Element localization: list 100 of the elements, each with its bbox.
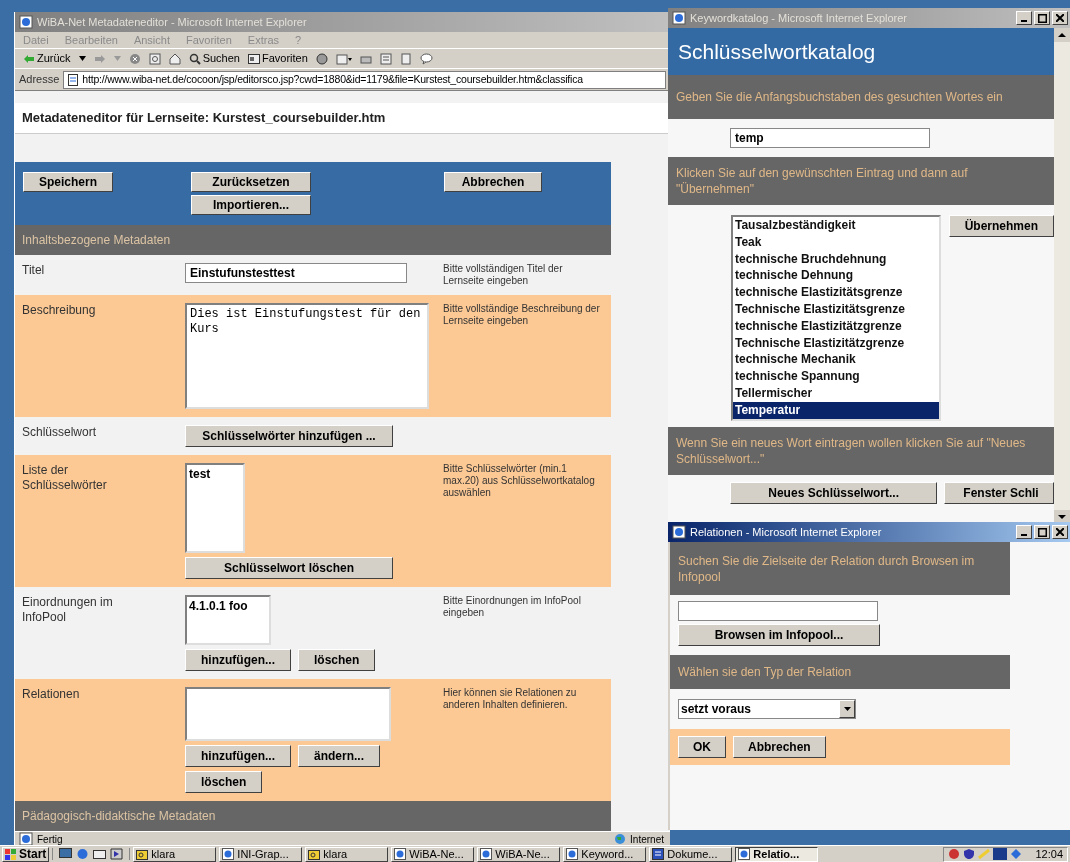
form-button[interactable]: Fenster Schli: [944, 482, 1054, 504]
text-area[interactable]: Dies ist Einstufungstest für den Kurs: [185, 303, 429, 409]
field-label: Relationen: [22, 687, 81, 702]
list-box[interactable]: [185, 687, 391, 741]
instruction-text: Wenn Sie ein neues Wort eintragen wollen klicken Sie auf "Neues Schlüsselwort...": [676, 435, 1026, 467]
clock: 12:04: [1034, 846, 1063, 862]
window-title: Relationen - Microsoft Internet Explorer: [690, 524, 883, 540]
toolbar-button[interactable]: Zurück: [23, 50, 71, 67]
form-button[interactable]: Zurücksetzen: [191, 171, 311, 192]
scroll-up-icon: [1054, 28, 1070, 42]
form-button[interactable]: hinzufügen...: [185, 745, 291, 767]
list-item[interactable]: Tausalzbeständigkeit: [733, 217, 939, 234]
speech-bubble-icon: [419, 52, 433, 65]
field-label: Titel: [22, 263, 46, 278]
list-item[interactable]: Temperatur: [733, 401, 939, 419]
apply-button[interactable]: Übernehmen: [948, 215, 1054, 237]
relation-type-dropdown[interactable]: setzt voraus: [678, 699, 856, 719]
instruction-text: Suchen Sie die Zielseite der Relation durch Browsen im Infopool: [678, 552, 976, 585]
close-icon: [1056, 14, 1064, 22]
taskbar-button[interactable]: WiBA-Ne...: [391, 846, 475, 862]
minimize-icon: [1021, 20, 1027, 22]
window-title: Keywordkatalog - Microsoft Internet Explorer: [690, 10, 909, 26]
maximize-icon: [1037, 527, 1047, 537]
text-input[interactable]: Einstufunstesttest: [185, 263, 407, 283]
minimize-icon: [1021, 534, 1027, 536]
taskbar-button[interactable]: Keyword...: [563, 846, 647, 862]
list-item[interactable]: test: [189, 465, 241, 483]
stop-icon: [128, 52, 141, 65]
form-button[interactable]: OK: [678, 736, 726, 758]
address-label: Adresse: [19, 72, 60, 88]
help-text: Bitte vollständigen Titel der Lernseite eingeben: [443, 263, 564, 287]
section-title: Inhaltsbezogene Metadaten: [22, 232, 171, 249]
form-button[interactable]: löschen: [298, 649, 376, 671]
instruction-text: Geben Sie die Anfangsbuchstaben des gesuchten Wortes ein: [676, 89, 1003, 105]
list-item[interactable]: technische Dehnung: [733, 267, 939, 285]
list-item[interactable]: technische Elastizitätsgrenze: [733, 284, 939, 301]
maximize-icon: [1037, 13, 1047, 23]
document-icon: [399, 52, 412, 65]
folder-icon: [247, 53, 260, 64]
form-button[interactable]: Abbrechen: [733, 736, 826, 758]
form-button[interactable]: Abbrechen: [444, 171, 542, 192]
form-button[interactable]: hinzufügen...: [185, 649, 291, 671]
search-input[interactable]: [678, 601, 878, 621]
help-text: Hier können sie Relationen zu anderen Inhalten definieren.: [443, 687, 578, 711]
form-button[interactable]: Importieren...: [191, 194, 311, 215]
search-input[interactable]: temp: [730, 128, 930, 148]
taskbar-button[interactable]: klara: [133, 846, 217, 862]
back-arrow-icon: [23, 53, 35, 64]
maximize-button[interactable]: [1034, 11, 1050, 25]
list-item[interactable]: technische Bruchdehnung: [733, 250, 939, 268]
address-field[interactable]: http://www.wiba-net.de/cocoon/jsp/editorsco.jsp?cwd=1880&id=1179&file=Kurstest_coursebuilder.htm&classifica: [63, 70, 666, 89]
taskbar-button[interactable]: Dokume...: [649, 846, 733, 862]
maximize-button[interactable]: [1034, 525, 1050, 539]
field-label: Einordnungen im InfoPool: [22, 595, 114, 625]
edit-icon: [379, 52, 392, 65]
list-item[interactable]: technische Mechanik: [733, 351, 939, 369]
form-button[interactable]: Speichern: [23, 171, 113, 192]
minimize-button[interactable]: [1016, 11, 1032, 25]
page-heading: Metadateneditor für Lernseite: Kurstest_coursebuilder.htm: [22, 109, 386, 128]
field-label: Beschreibung: [22, 303, 97, 318]
window-title: WiBA-Net Metadateneditor - Microsoft Internet Explorer: [37, 14, 308, 30]
form-button[interactable]: Schlüsselwörter hinzufügen ...: [185, 425, 393, 447]
toolbar-button[interactable]: Suchen: [188, 50, 240, 67]
form-button[interactable]: löschen: [185, 771, 263, 793]
page-icon: [68, 73, 79, 86]
list-box[interactable]: test: [185, 463, 245, 553]
list-item[interactable]: technische Spannung: [733, 368, 939, 385]
list-item[interactable]: Technische Elastizitätsgrenze: [733, 301, 939, 318]
page-icon: [19, 15, 33, 29]
taskbar-button[interactable]: klara: [305, 846, 389, 862]
instruction-text: Klicken Sie auf den gewünschten Eintrag und dann auf "Übernehmen": [676, 165, 969, 197]
list-item[interactable]: Tellermischer: [733, 384, 939, 402]
browse-button[interactable]: Browsen im Infopool...: [678, 624, 880, 646]
taskbar-button[interactable]: WiBA-Ne...: [477, 846, 561, 862]
taskbar-button[interactable]: Relatio...: [735, 846, 819, 862]
keyword-list[interactable]: [731, 215, 941, 421]
form-button[interactable]: ändern...: [298, 745, 380, 767]
help-text: Bitte vollständige Beschreibung der Lernseite eingeben: [443, 303, 601, 327]
help-text: Bitte Schlüsselwörter (min.1 max.20) aus Schlüsselwortkatalog auswählen: [443, 463, 596, 499]
taskbar-button[interactable]: INI-Grap...: [219, 846, 303, 862]
list-item[interactable]: technische Elastizitätzgrenze: [733, 317, 939, 335]
start-button[interactable]: Start: [2, 846, 50, 862]
search-icon: [188, 52, 201, 65]
section-title: Pädagogisch-didaktische Metadaten: [22, 808, 216, 825]
list-item[interactable]: Technische Elastizitätzgrenze: [733, 334, 939, 352]
list-item[interactable]: Teak: [733, 233, 939, 251]
list-item[interactable]: 4.1.0.1 foo: [189, 597, 267, 615]
scrollbar[interactable]: [1054, 28, 1070, 524]
toolbar-button[interactable]: Favoriten: [247, 50, 308, 67]
close-button[interactable]: [1052, 11, 1068, 25]
close-button[interactable]: [1052, 525, 1068, 539]
field-label: Liste der Schlüsselwörter: [22, 463, 108, 493]
minimize-button[interactable]: [1016, 525, 1032, 539]
browser-icon: [76, 848, 90, 860]
tray-icon: [978, 848, 991, 860]
form-button[interactable]: Schlüsselwort löschen: [185, 557, 393, 579]
dropdown-caret-icon: [843, 707, 851, 711]
list-box[interactable]: 4.1.0.1 foo: [185, 595, 271, 645]
shield-icon: [963, 848, 976, 860]
form-button[interactable]: Neues Schlüsselwort...: [730, 482, 938, 504]
